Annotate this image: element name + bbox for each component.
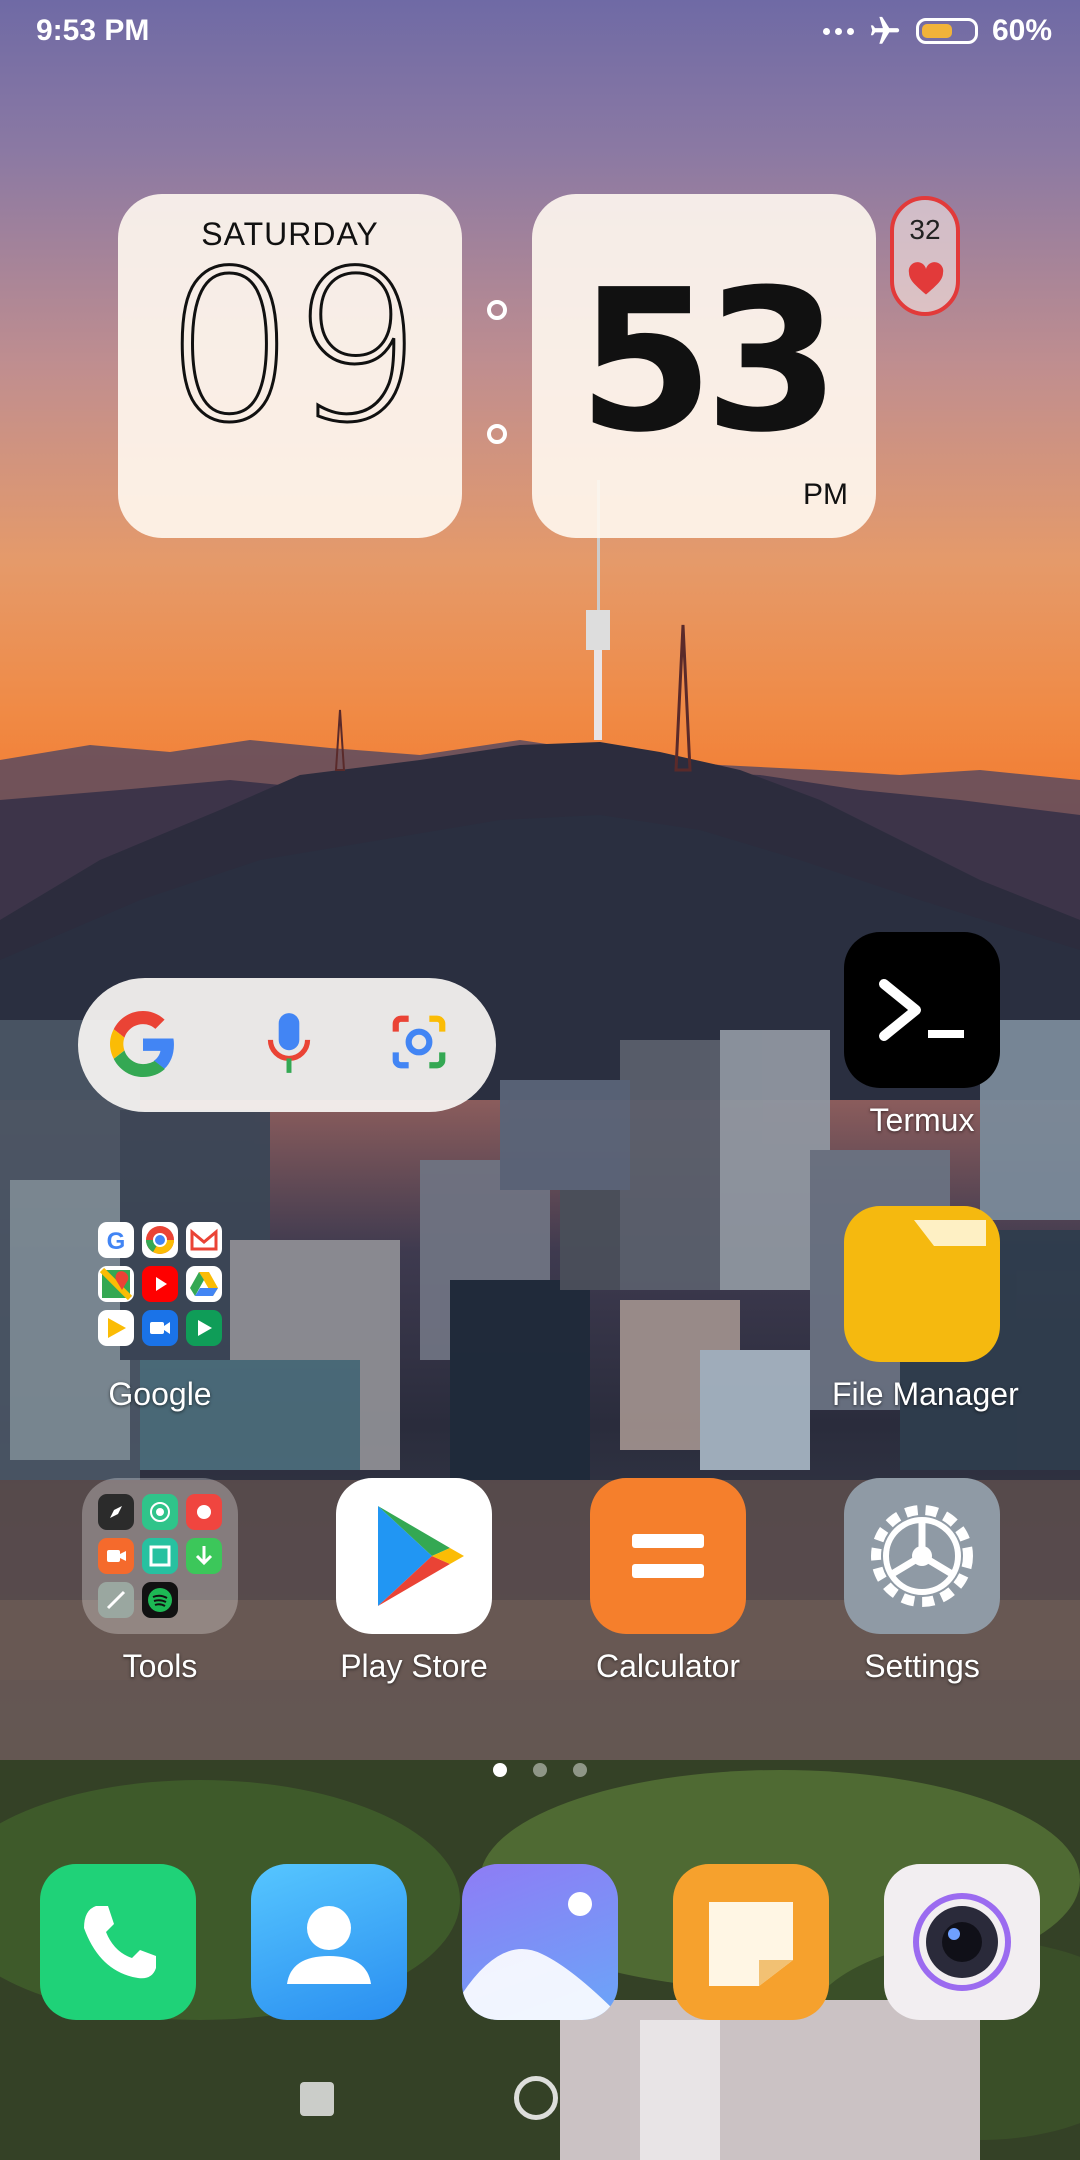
clock-ampm: PM xyxy=(803,478,848,511)
chrome-icon xyxy=(142,1222,178,1258)
status-time: 9:53 PM xyxy=(36,14,150,47)
folder-google[interactable]: G Google xyxy=(70,1206,250,1413)
scanner-icon xyxy=(142,1538,178,1574)
clock-hours-card[interactable]: SATURDAY 09 xyxy=(118,194,462,538)
navigation-bar xyxy=(0,2060,1080,2160)
play-store-icon xyxy=(336,1478,492,1634)
clock-minutes: 53 xyxy=(577,248,841,476)
dock-phone[interactable] xyxy=(40,1864,196,2020)
gallery-icon xyxy=(462,1892,618,2020)
battery-fill xyxy=(921,24,952,38)
battery-percent: 60% xyxy=(991,14,1052,47)
folder-tools[interactable]: Tools xyxy=(70,1478,250,1685)
page-dot[interactable] xyxy=(533,1763,547,1777)
app-termux[interactable]: Termux xyxy=(832,932,1012,1139)
google-search-widget[interactable] xyxy=(78,978,496,1112)
camera-icon xyxy=(913,1893,1011,1991)
app-label: Settings xyxy=(864,1648,980,1684)
heart-icon xyxy=(908,262,944,295)
home-button[interactable] xyxy=(514,2076,558,2120)
clock-colon-dot-bottom xyxy=(487,424,507,444)
more-dots-icon xyxy=(822,27,854,35)
screen-recorder-icon xyxy=(98,1538,134,1574)
airplane-mode-icon xyxy=(870,16,900,44)
dock-camera[interactable] xyxy=(884,1864,1040,2020)
recents-button[interactable] xyxy=(300,2082,334,2116)
clock-minutes-card[interactable]: 53 PM xyxy=(532,194,876,538)
contacts-icon xyxy=(287,1906,371,1984)
spotify-icon xyxy=(142,1582,178,1618)
app-file-manager[interactable]: File Manager xyxy=(832,1206,1019,1413)
folder-grid-icon xyxy=(82,1478,238,1634)
recorder-icon xyxy=(186,1494,222,1530)
app-settings[interactable]: Settings xyxy=(832,1478,1012,1685)
calculator-icon xyxy=(590,1478,746,1634)
app-label: Google xyxy=(108,1376,212,1412)
gmail-icon xyxy=(186,1222,222,1258)
status-bar: 9:53 PM 60% xyxy=(0,0,1080,70)
drive-icon xyxy=(186,1266,222,1302)
health-widget[interactable]: 32 xyxy=(890,196,960,316)
google-g-icon[interactable] xyxy=(110,1011,176,1077)
dock-contacts[interactable] xyxy=(251,1864,407,2020)
dock-gallery[interactable] xyxy=(462,1864,618,2020)
google-lens-icon[interactable] xyxy=(388,1011,450,1073)
page-indicator xyxy=(0,1763,1080,1777)
terminal-icon xyxy=(844,932,1000,1088)
clock-hours: 09 xyxy=(162,227,424,469)
play-games-icon xyxy=(98,1310,134,1346)
page-dot[interactable] xyxy=(493,1763,507,1777)
app-label: Calculator xyxy=(595,1648,741,1684)
duo-icon xyxy=(142,1310,178,1346)
youtube-icon xyxy=(142,1266,178,1302)
app-label: Tools xyxy=(122,1648,198,1684)
svg-text:G: G xyxy=(107,1228,126,1255)
microphone-icon[interactable] xyxy=(264,1011,314,1077)
play-movies-icon xyxy=(186,1310,222,1346)
gear-icon xyxy=(844,1478,1000,1634)
radio-icon xyxy=(142,1494,178,1530)
health-value: 32 xyxy=(909,214,941,245)
notes-icon xyxy=(709,1902,793,1986)
phone-icon xyxy=(84,1906,156,1979)
clock-colon-dot-top xyxy=(487,300,507,320)
app-play-store[interactable]: Play Store xyxy=(324,1478,504,1685)
folder-icon xyxy=(844,1206,1000,1362)
page-dot[interactable] xyxy=(573,1763,587,1777)
app-label: File Manager xyxy=(832,1376,1019,1412)
status-icons: 60% xyxy=(822,14,1052,48)
dock-notes[interactable] xyxy=(673,1864,829,2020)
folder-grid-icon: G xyxy=(82,1206,238,1362)
app-label: Termux xyxy=(869,1102,975,1138)
compass-icon xyxy=(98,1494,134,1530)
battery-icon xyxy=(915,18,978,44)
google-app-icon: G xyxy=(98,1222,134,1258)
app-label: Play Store xyxy=(340,1648,488,1684)
maps-icon xyxy=(98,1266,134,1302)
feather-icon xyxy=(98,1582,134,1618)
app-calculator[interactable]: Calculator xyxy=(578,1478,758,1685)
downloads-icon xyxy=(186,1538,222,1574)
